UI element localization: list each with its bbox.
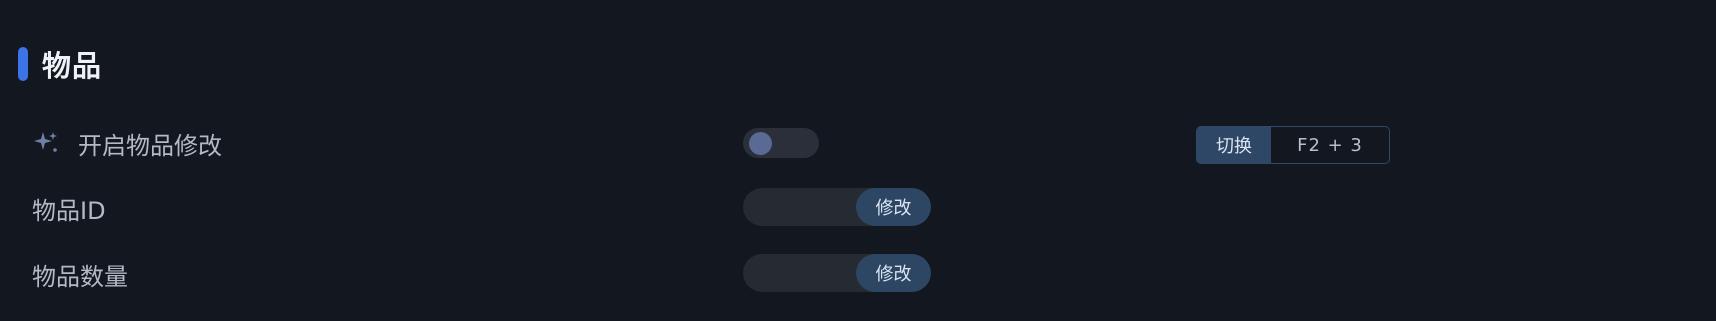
item-count-input[interactable] xyxy=(743,254,855,292)
enable-item-mod-text: 开启物品修改 xyxy=(78,131,222,160)
item-count-label: 物品数量 xyxy=(32,262,128,291)
item-count-field: 修改 xyxy=(743,254,931,292)
item-id-modify-button[interactable]: 修改 xyxy=(856,188,931,226)
hotkey-action-label: 切换 xyxy=(1197,127,1271,163)
item-count-modify-button[interactable]: 修改 xyxy=(856,254,931,292)
enable-item-mod-label: 开启物品修改 xyxy=(32,123,222,163)
item-id-field: 修改 xyxy=(743,188,931,226)
toggle-knob xyxy=(749,132,772,155)
section-header: 物品 xyxy=(18,46,103,83)
hotkey-badge: 切换 F2 + 3 xyxy=(1196,126,1390,164)
item-id-label: 物品ID xyxy=(32,196,106,225)
enable-item-mod-row: 开启物品修改 切换 F2 + 3 xyxy=(0,123,1716,164)
hotkey-keys: F2 + 3 xyxy=(1297,134,1363,156)
section-title: 物品 xyxy=(42,49,103,83)
enable-item-mod-toggle[interactable] xyxy=(743,128,819,158)
item-count-row: 物品数量 修改 xyxy=(0,254,1716,294)
section-accent-bar xyxy=(18,47,28,81)
item-id-row: 物品ID 修改 xyxy=(0,188,1716,228)
item-id-input[interactable] xyxy=(743,188,855,226)
sparkle-icon xyxy=(32,129,60,157)
